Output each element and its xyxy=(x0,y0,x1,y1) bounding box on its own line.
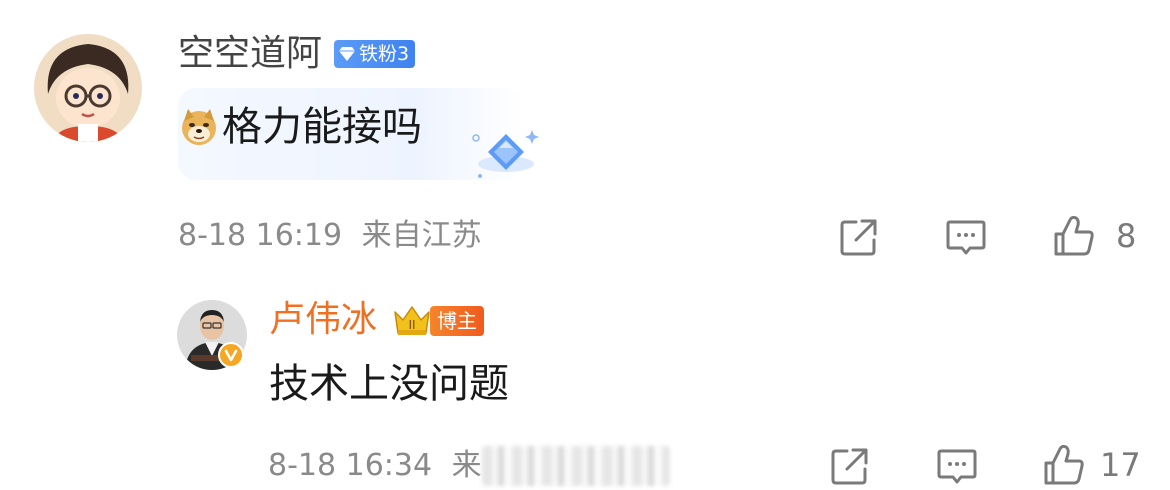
share-button[interactable] xyxy=(838,216,880,258)
reply-comment-button[interactable] xyxy=(936,445,978,487)
diamond-icon xyxy=(339,47,355,61)
thumbs-up-icon xyxy=(1054,215,1094,256)
comment-button[interactable] xyxy=(945,216,987,258)
reply-text: 技术上没问题 xyxy=(269,361,509,407)
blogger-badge: 博主 xyxy=(430,306,484,336)
location-obscured-overlay xyxy=(482,446,670,486)
comment-time: 8-18 16:19 xyxy=(178,218,343,253)
fan-badge-label: 铁粉3 xyxy=(359,43,410,65)
reply-like-count: 17 xyxy=(1100,446,1141,484)
comment-icon xyxy=(946,220,986,255)
avatar[interactable] xyxy=(34,34,142,142)
fan-level-badge[interactable]: 铁粉3 xyxy=(334,40,416,68)
verified-v-icon xyxy=(218,342,244,368)
reply-time: 8-18 16:34 xyxy=(268,448,433,483)
thumbs-up-icon xyxy=(1044,444,1084,485)
comment-timestamp: 8-18 16:19 来自江苏 xyxy=(178,218,482,254)
comment-location: 来自江苏 xyxy=(361,218,482,253)
diamond-sparkle-icon xyxy=(472,130,539,178)
crown-icon: II xyxy=(394,306,430,335)
share-icon xyxy=(831,448,868,485)
svg-text:II: II xyxy=(408,318,415,332)
reply-user-name[interactable]: 卢伟冰 xyxy=(269,300,377,340)
comment-icon xyxy=(937,449,977,484)
reply-location: 来 xyxy=(451,448,482,483)
reply-timestamp: 8-18 16:34 来 xyxy=(268,448,482,484)
like-count: 8 xyxy=(1116,217,1137,255)
share-icon xyxy=(840,219,877,256)
reply-like-button[interactable]: 17 xyxy=(1042,443,1141,487)
reply-share-button[interactable] xyxy=(829,445,871,487)
comment-text: 格力能接吗 xyxy=(222,104,422,150)
like-button[interactable]: 8 xyxy=(1052,214,1136,258)
doge-icon xyxy=(182,109,216,145)
comment-user-name[interactable]: 空空道阿 xyxy=(178,34,322,74)
